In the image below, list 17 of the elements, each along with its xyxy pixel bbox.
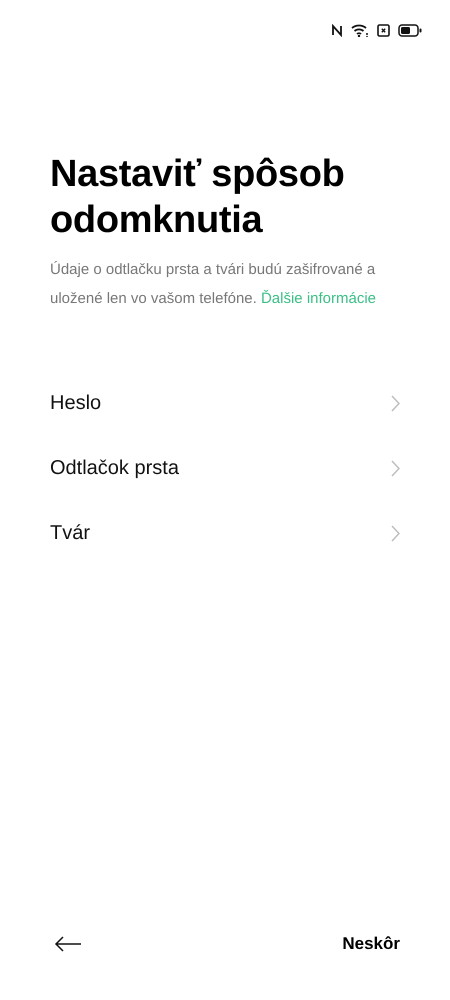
wifi-icon xyxy=(351,23,369,37)
option-row[interactable]: Odtlačok prsta xyxy=(50,436,400,501)
option-row[interactable]: Heslo xyxy=(50,371,400,436)
option-label: Odtlačok prsta xyxy=(50,457,179,480)
option-label: Heslo xyxy=(50,392,102,415)
chevron-right-icon xyxy=(391,395,400,412)
option-row[interactable]: Tvár xyxy=(50,501,400,566)
battery-icon xyxy=(398,24,422,36)
option-label: Tvár xyxy=(50,522,90,545)
later-button[interactable]: Neskôr xyxy=(342,928,400,960)
no-sim-icon xyxy=(377,24,390,36)
back-arrow-icon xyxy=(54,936,82,952)
description-text: Údaje o odtlačku prsta a tvári budú zašifrované a uložené len vo vašom telefóne. Ďalšie informácie xyxy=(50,260,378,309)
chevron-right-icon xyxy=(391,525,400,542)
nfc-icon xyxy=(331,24,343,36)
chevron-right-icon xyxy=(391,460,400,477)
page-title: Nastaviť spôsob odomknutia xyxy=(50,152,346,243)
